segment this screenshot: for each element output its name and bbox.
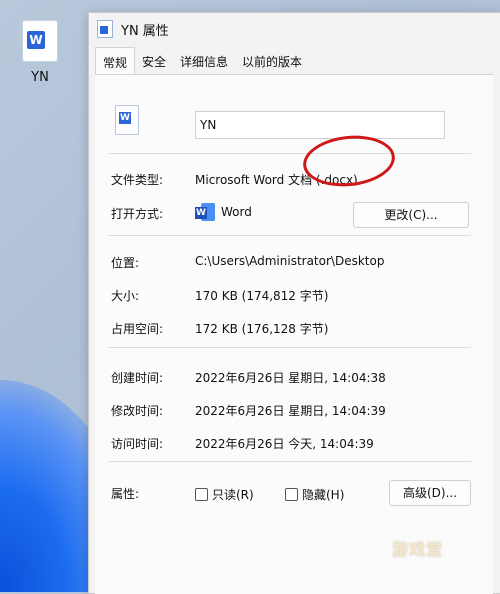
word-doc-icon: W — [22, 20, 58, 62]
location-value: C:\Users\Administrator\Desktop — [195, 254, 385, 268]
modified-value: 2022年6月26日 星期日, 14:04:39 — [195, 404, 386, 418]
divider — [109, 461, 471, 462]
advanced-button[interactable]: 高级(D)... — [389, 480, 471, 506]
size-on-disk-value: 172 KB (176,128 字节) — [195, 322, 329, 336]
tab-security[interactable]: 安全 — [135, 47, 173, 75]
document-icon — [97, 20, 113, 38]
tab-general[interactable]: 常规 — [95, 47, 136, 76]
attributes-label: 属性: — [111, 487, 140, 501]
readonly-label: 只读(R) — [212, 488, 254, 502]
watermark-logo: 游戏堂 — [392, 540, 444, 559]
modified-label: 修改时间: — [111, 404, 164, 418]
title-bar: YN 属性 — [89, 13, 500, 45]
divider — [109, 235, 471, 236]
checkbox-box[interactable] — [195, 488, 208, 501]
accessed-value: 2022年6月26日 今天, 14:04:39 — [195, 437, 374, 451]
created-value: 2022年6月26日 星期日, 14:04:38 — [195, 371, 386, 385]
hidden-checkbox[interactable]: 隐藏(H) — [285, 486, 344, 503]
accessed-label: 访问时间: — [111, 437, 164, 451]
divider — [109, 153, 471, 154]
window-title: YN 属性 — [121, 23, 169, 39]
created-label: 创建时间: — [111, 371, 164, 385]
size-on-disk-label: 占用空间: — [111, 322, 164, 336]
location-label: 位置: — [111, 256, 140, 270]
tab-details[interactable]: 详细信息 — [173, 47, 235, 75]
word-app-icon: W — [195, 203, 215, 221]
change-button[interactable]: 更改(C)... — [353, 202, 469, 228]
tab-previous-versions[interactable]: 以前的版本 — [235, 47, 309, 75]
tab-bar: 常规 安全 详细信息 以前的版本 — [89, 45, 500, 76]
size-value: 170 KB (174,812 字节) — [195, 289, 329, 303]
hidden-label: 隐藏(H) — [302, 488, 345, 502]
open-with-value: Word — [221, 205, 252, 219]
divider — [109, 347, 471, 348]
word-file-icon: W — [115, 105, 139, 135]
readonly-checkbox[interactable]: 只读(R) — [195, 486, 254, 503]
checkbox-box[interactable] — [285, 488, 298, 501]
open-with-label: 打开方式: — [111, 207, 164, 221]
general-panel: W YN 文件类型: Microsoft Word 文档 (.docx) 打开方… — [95, 74, 493, 594]
properties-window: YN 属性 常规 安全 详细信息 以前的版本 W YN 文件类型: Micros… — [88, 12, 500, 594]
filename-input[interactable]: YN — [195, 111, 445, 139]
file-type-label: 文件类型: — [111, 173, 164, 187]
desktop-file-label: YN — [31, 70, 49, 85]
size-label: 大小: — [111, 289, 140, 303]
desktop-file-icon[interactable]: W YN — [18, 20, 62, 85]
